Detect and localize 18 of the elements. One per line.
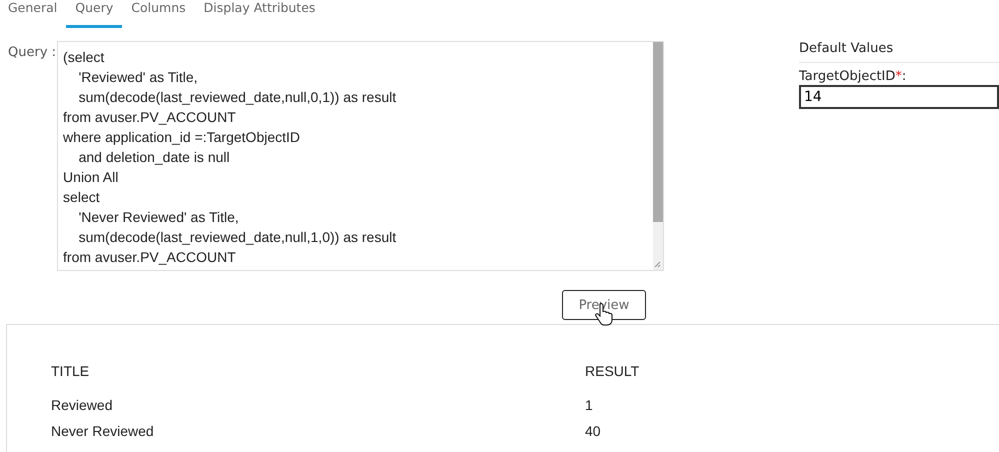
tab[interactable]: General: [0, 0, 66, 28]
preview-button[interactable]: Preview: [562, 290, 646, 320]
resize-grip-icon[interactable]: [653, 260, 661, 268]
query-editor[interactable]: (select 'Reviewed' as Title, sum(decode(last_reviewed_date,null,0,1)) as result from avuser.PV_ACCOUNT where application_id =:TargetObjectID and deletion_date is null Union All select 'Never Reviewed' as Title, sum(decode(last_reviewed_date,null,1,0)) as result from avuser.PV_ACCOUNT: [57, 41, 664, 271]
field-label: TargetObjectID*:: [799, 69, 908, 84]
table-cell-text: 40: [585, 423, 602, 439]
table-cell-text: 1: [585, 397, 594, 413]
section-title: Default Values: [799, 41, 999, 63]
scrollbar[interactable]: [653, 42, 663, 270]
input-field[interactable]: 14: [799, 85, 999, 109]
tab[interactable]: Columns: [122, 0, 195, 28]
tab[interactable]: Query: [66, 0, 122, 28]
table-cell-text: Reviewed: [51, 397, 114, 413]
column-header: RESULT: [585, 363, 640, 379]
table-cell-text: Never Reviewed: [51, 423, 155, 439]
column-header: TITLE: [51, 363, 90, 379]
tab[interactable]: Display Attributes: [194, 0, 324, 28]
query-label: Query :: [7, 44, 58, 62]
